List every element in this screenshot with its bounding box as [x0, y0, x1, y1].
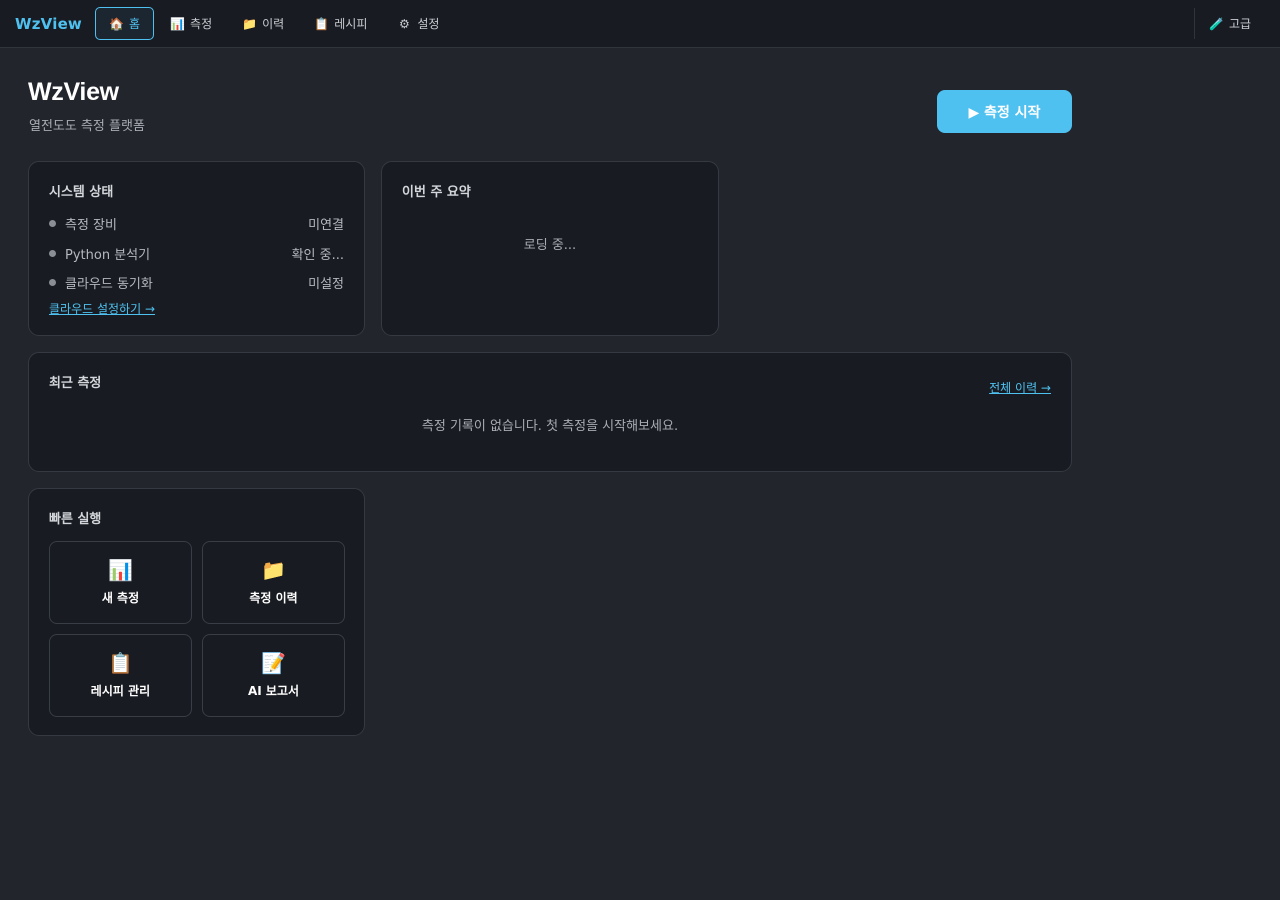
- status-label: 측정 장비: [65, 218, 117, 233]
- card-title: 최근 측정: [49, 376, 102, 391]
- nav-tab-label: 레시피: [334, 17, 368, 31]
- empty-state-text: 측정 기록이 없습니다. 첫 측정을 시작해보세요.: [421, 419, 679, 434]
- clipboard-icon: 📋: [108, 651, 133, 675]
- test-tube-icon: 🧪: [1209, 16, 1224, 31]
- top-navigation: WzView 🏠 홈 📊 측정 📁 이력 📋 레시피 ⚙ 설정 🧪 고급: [0, 0, 1280, 48]
- status-label: Python 분석기: [65, 248, 151, 263]
- nav-tab-measure[interactable]: 📊 측정: [156, 7, 226, 40]
- quick-history-button[interactable]: 📁 측정 이력: [202, 541, 345, 624]
- tile-label: 레시피 관리: [90, 684, 151, 698]
- nav-tab-label: 측정: [190, 17, 213, 31]
- home-icon: 🏠: [109, 16, 124, 31]
- advanced-button[interactable]: 🧪 고급: [1194, 8, 1280, 39]
- status-value: 확인 중...: [291, 248, 344, 263]
- recent-measurements-card: 최근 측정 전체 이력 → 측정 기록이 없습니다. 첫 측정을 시작해보세요.: [28, 352, 1072, 472]
- advanced-label: 고급: [1229, 17, 1252, 31]
- card-title: 시스템 상태: [49, 185, 114, 200]
- loading-text: 로딩 중...: [523, 238, 577, 253]
- status-dot-icon: [49, 279, 56, 286]
- tile-label: AI 보고서: [247, 684, 300, 698]
- nav-tab-home[interactable]: 🏠 홈: [95, 7, 155, 40]
- status-dot-icon: [49, 250, 56, 257]
- bar-chart-icon: 📊: [108, 558, 133, 582]
- tile-label: 측정 이력: [249, 591, 298, 605]
- quick-new-measurement-button[interactable]: 📊 새 측정: [49, 541, 192, 624]
- weekly-summary-card: 이번 주 요약 로딩 중...: [381, 161, 719, 336]
- nav-tab-label: 이력: [262, 17, 285, 31]
- page-title: WzView: [28, 78, 119, 106]
- all-history-link[interactable]: 전체 이력 →: [989, 379, 1051, 396]
- status-value: 미설정: [308, 277, 344, 292]
- card-title: 빠른 실행: [49, 512, 102, 527]
- status-row-device: 측정 장비 미연결: [49, 214, 344, 233]
- quick-actions-card: 빠른 실행 📊 새 측정 📁 측정 이력 📋 레시피 관리 📝 AI 보고서: [28, 488, 365, 736]
- system-status-card: 시스템 상태 측정 장비 미연결 Python 분석기 확인 중... 클라우드…: [28, 161, 365, 336]
- nav-tab-history[interactable]: 📁 이력: [228, 7, 298, 40]
- brand-logo[interactable]: WzView: [15, 15, 82, 33]
- status-row-analyzer: Python 분석기 확인 중...: [49, 244, 344, 263]
- gear-icon: ⚙: [398, 16, 410, 31]
- card-title: 이번 주 요약: [402, 185, 471, 200]
- nav-tab-recipe[interactable]: 📋 레시피: [300, 7, 381, 40]
- memo-icon: 📝: [261, 651, 286, 675]
- tile-label: 새 측정: [101, 591, 140, 605]
- quick-recipe-button[interactable]: 📋 레시피 관리: [49, 634, 192, 717]
- page-subtitle: 열전도도 측정 플랫폼: [29, 119, 145, 134]
- folder-icon: 📁: [261, 558, 286, 582]
- status-dot-icon: [49, 220, 56, 227]
- status-row-cloud: 클라우드 동기화 미설정: [49, 273, 344, 292]
- cloud-settings-link[interactable]: 클라우드 설정하기 →: [49, 300, 155, 317]
- status-value: 미연결: [308, 218, 344, 233]
- bar-chart-icon: 📊: [170, 16, 185, 31]
- folder-icon: 📁: [242, 16, 258, 31]
- clipboard-icon: 📋: [314, 16, 330, 31]
- nav-tab-label: 설정: [417, 17, 440, 31]
- nav-tab-label: 홈: [129, 17, 141, 31]
- start-measurement-button[interactable]: ▶ 측정 시작: [937, 90, 1072, 133]
- main-content: WzView 열전도도 측정 플랫폼 ▶ 측정 시작 시스템 상태 측정 장비 …: [0, 48, 1280, 900]
- quick-ai-report-button[interactable]: 📝 AI 보고서: [202, 634, 345, 717]
- nav-tab-settings[interactable]: ⚙ 설정: [383, 7, 453, 40]
- status-label: 클라우드 동기화: [65, 277, 153, 292]
